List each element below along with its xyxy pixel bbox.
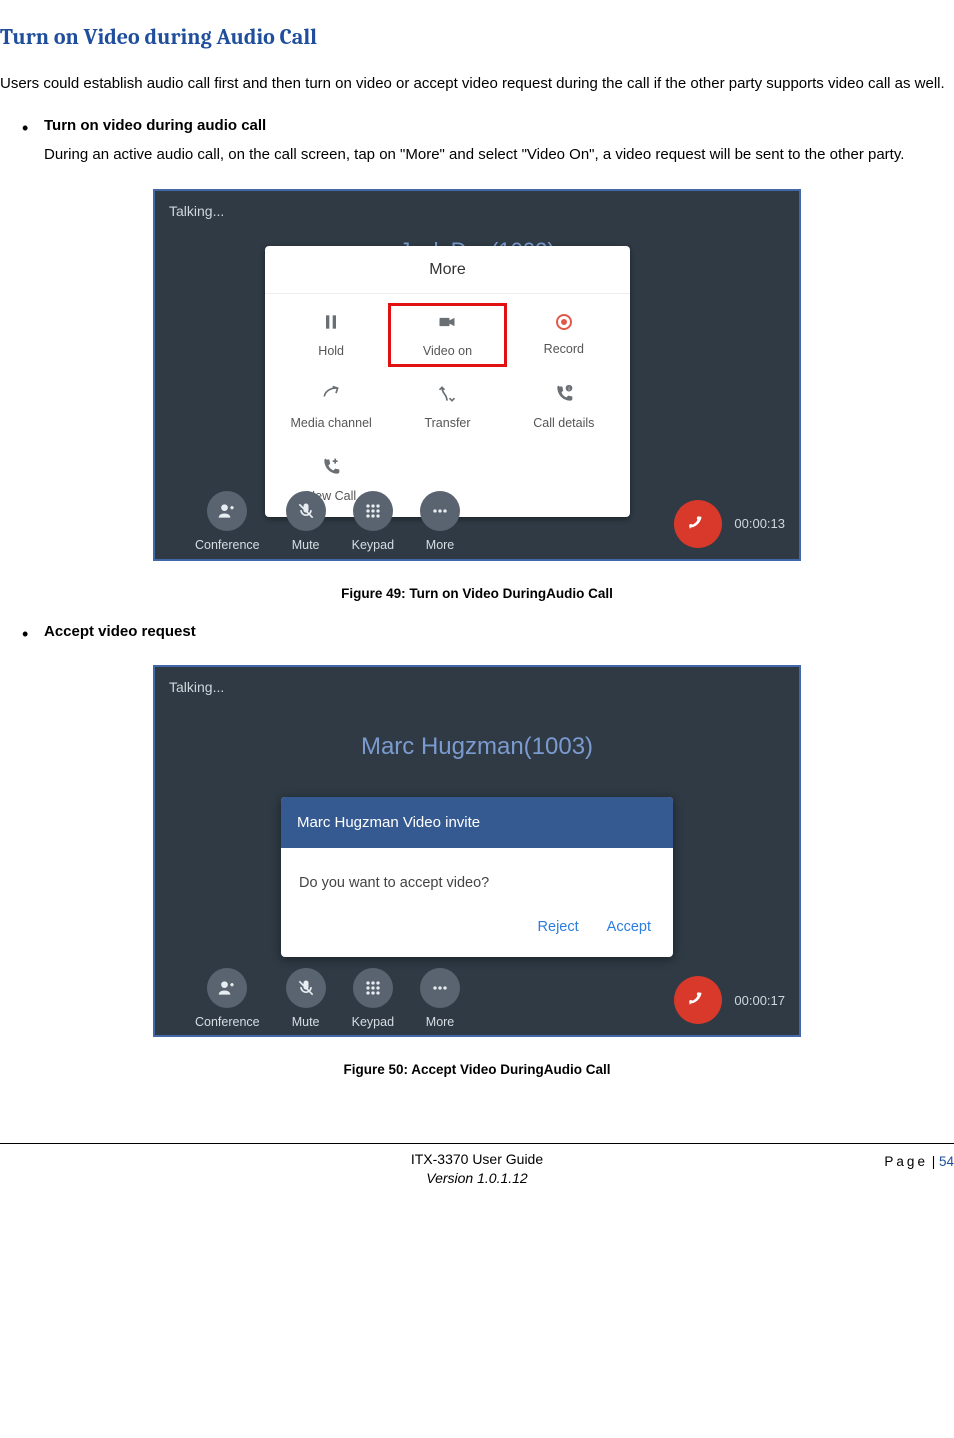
mute-icon	[286, 968, 326, 1008]
call-dock: Conference Mute Keypad	[155, 965, 799, 1035]
call-status: Talking...	[169, 199, 224, 224]
more-item-hold[interactable]: Hold	[273, 304, 389, 366]
more-icon	[420, 968, 460, 1008]
intro-paragraph: Users could establish audio call first a…	[0, 72, 954, 96]
call-timer: 00:00:17	[734, 989, 785, 1012]
dock-mute[interactable]: Mute	[286, 968, 326, 1034]
bullet-body: During an active audio call, on the call…	[44, 146, 904, 163]
svg-text:i: i	[568, 387, 569, 393]
mute-icon	[286, 491, 326, 531]
bullet-list: Turn on video during audio call During a…	[0, 112, 954, 170]
more-item-video-on[interactable]: Video on	[389, 304, 505, 366]
dock-more[interactable]: More	[420, 491, 460, 557]
bullet-list-2: Accept video request	[0, 618, 954, 645]
screenshot-more-popup: Talking... Jack Doe(1002) More Hold Vide…	[153, 189, 801, 561]
more-label: Video on	[391, 344, 503, 358]
hang-up-button[interactable]	[674, 976, 722, 1024]
figure-50: Talking... Marc Hugzman(1003) Marc Hugzm…	[0, 665, 954, 1082]
keypad-icon	[353, 968, 393, 1008]
more-label: Record	[508, 342, 620, 356]
video-invite-dialog: Marc Hugzman Video invite Do you want to…	[281, 797, 673, 956]
dock-keypad[interactable]: Keypad	[352, 491, 394, 557]
dialog-body: Do you want to accept video?	[281, 848, 673, 906]
hang-up-icon	[688, 514, 708, 534]
media-channel-icon	[314, 380, 348, 408]
dock-label: Conference	[195, 1015, 260, 1029]
video-icon	[430, 308, 464, 336]
dock-label: Mute	[292, 1015, 320, 1029]
dock-label: Keypad	[352, 1015, 394, 1029]
hang-up-button[interactable]	[674, 500, 722, 548]
hang-up-icon	[688, 990, 708, 1010]
conference-icon	[207, 968, 247, 1008]
dock-keypad[interactable]: Keypad	[352, 968, 394, 1034]
bullet-turn-on-video: Turn on video during audio call During a…	[22, 112, 954, 170]
keypad-icon	[353, 491, 393, 531]
dock-more[interactable]: More	[420, 968, 460, 1034]
call-dock: Conference Mute Keypad	[155, 489, 799, 559]
reject-button[interactable]: Reject	[538, 914, 579, 940]
dock-conference[interactable]: Conference	[195, 491, 260, 557]
pause-icon	[314, 308, 348, 336]
dock-label: Mute	[292, 538, 320, 552]
more-item-transfer[interactable]: Transfer	[389, 376, 505, 438]
more-label: Media channel	[275, 416, 387, 430]
call-timer: 00:00:13	[734, 512, 785, 535]
more-item-media-channel[interactable]: Media channel	[273, 376, 389, 438]
transfer-icon	[430, 380, 464, 408]
more-label: Transfer	[391, 416, 503, 430]
bullet-accept-video: Accept video request	[22, 618, 954, 645]
call-status: Talking...	[169, 675, 224, 700]
dialog-title: Marc Hugzman Video invite	[281, 797, 673, 848]
accept-button[interactable]: Accept	[607, 914, 651, 940]
dock-label: Conference	[195, 538, 260, 552]
dock-label: Keypad	[352, 538, 394, 552]
figure-50-caption: Figure 50: Accept Video DuringAudio Call	[0, 1058, 954, 1082]
bullet-title: Accept video request	[44, 618, 954, 645]
footer-version: Version 1.0.1.12	[0, 1169, 954, 1188]
record-icon	[547, 308, 581, 336]
conference-icon	[207, 491, 247, 531]
more-popup: More Hold Video on Record	[265, 246, 630, 517]
page-number: Page | 54	[884, 1150, 954, 1174]
more-label: Call details	[508, 416, 620, 430]
more-item-record[interactable]: Record	[506, 304, 622, 366]
more-item-call-details[interactable]: i Call details	[506, 376, 622, 438]
section-heading: Turn on Video during Audio Call	[0, 18, 954, 58]
dock-conference[interactable]: Conference	[195, 968, 260, 1034]
footer-doc-title: ITX-3370 User Guide	[0, 1150, 954, 1169]
call-details-icon: i	[547, 380, 581, 408]
page-footer: Page | 54 ITX-3370 User Guide Version 1.…	[0, 1143, 954, 1188]
dock-label: More	[426, 1015, 454, 1029]
figure-49-caption: Figure 49: Turn on Video DuringAudio Cal…	[0, 582, 954, 606]
more-icon	[420, 491, 460, 531]
screenshot-accept-dialog: Talking... Marc Hugzman(1003) Marc Hugzm…	[153, 665, 801, 1037]
new-call-icon	[314, 453, 348, 481]
dock-mute[interactable]: Mute	[286, 491, 326, 557]
more-label: Hold	[275, 344, 387, 358]
bullet-title: Turn on video during audio call	[44, 112, 954, 139]
more-popup-title: More	[265, 246, 630, 294]
figure-49: Talking... Jack Doe(1002) More Hold Vide…	[0, 189, 954, 606]
dock-label: More	[426, 538, 454, 552]
caller-name: Marc Hugzman(1003)	[155, 725, 799, 768]
